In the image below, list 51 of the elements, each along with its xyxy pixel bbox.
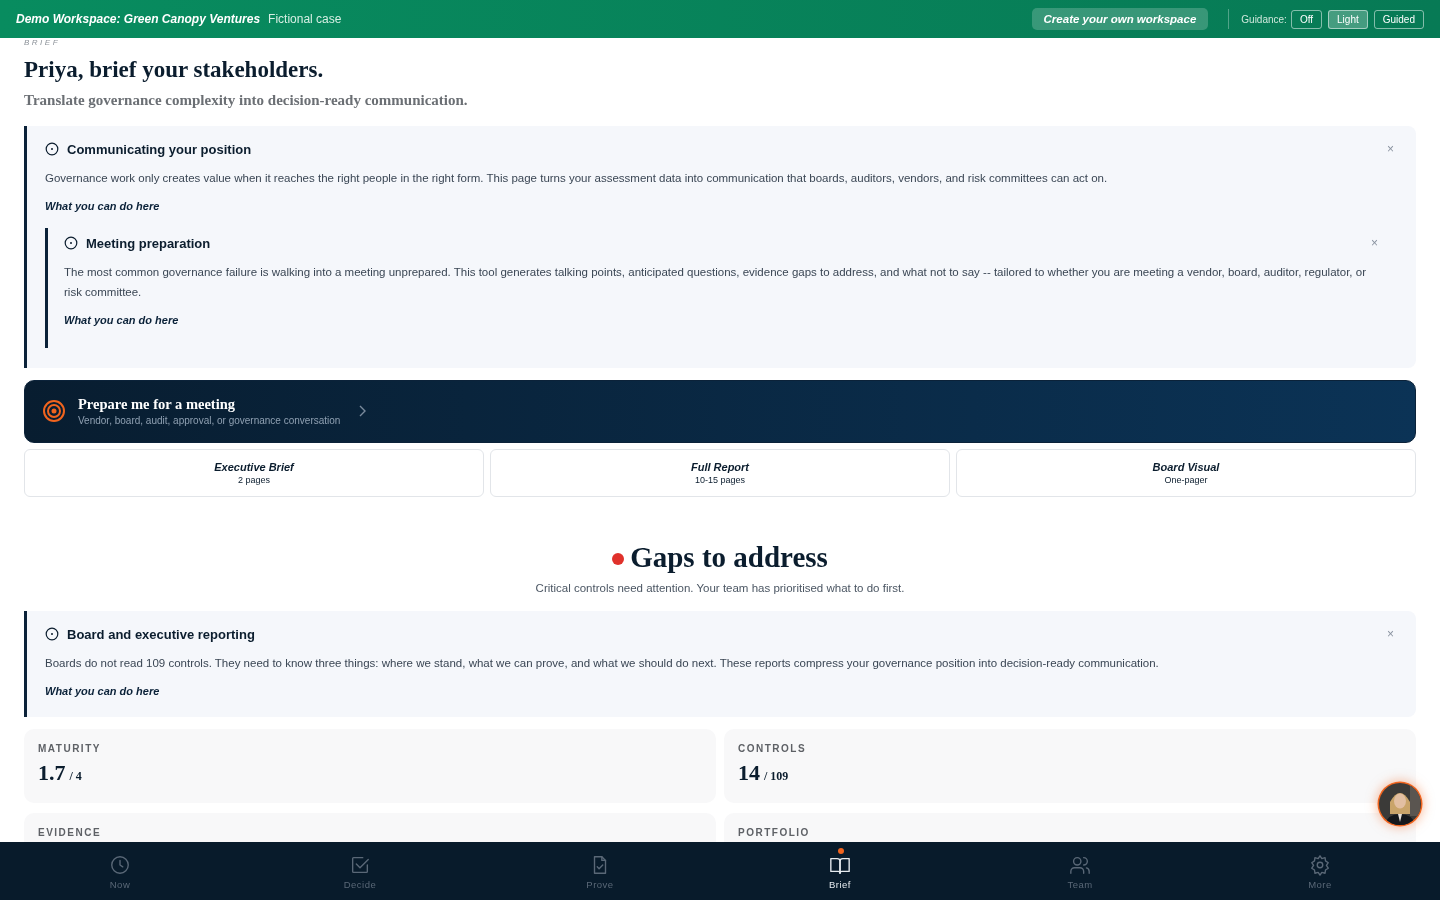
chevron-right-icon bbox=[358, 405, 367, 418]
stat-label: PORTFOLIO bbox=[738, 826, 811, 838]
report-option[interactable]: Board Visual One-pager bbox=[956, 448, 1416, 497]
nav-tab[interactable]: Team bbox=[960, 842, 1200, 900]
stat-total: / 4 bbox=[69, 768, 82, 784]
clock-icon bbox=[109, 854, 131, 876]
panel-text: The most common governance failure is walking into a meeting unprepared. This tool generates talking points, anticipated questions, evidence gaps to address, and what not to say -- tailored to whether you are meeting a vendor, board, auditor, regulator, or risk committee. bbox=[64, 264, 1367, 300]
panel-title: Meeting preparation bbox=[86, 235, 211, 251]
page-eyebrow: BRIEF bbox=[24, 38, 62, 47]
close-button[interactable]: × bbox=[1383, 627, 1398, 642]
stat-value: 1.7 bbox=[38, 759, 66, 786]
prepare-meeting-button[interactable]: Prepare me for a meeting Vendor, board, audit, approval, or governance conversation bbox=[24, 379, 1416, 443]
nav-tab[interactable]: Prove bbox=[480, 842, 720, 900]
report-option[interactable]: Full Report 10-15 pages bbox=[490, 448, 950, 497]
workspace-name: Demo Workspace: Green Canopy Ventures bbox=[16, 12, 261, 26]
section-title: Gaps to address bbox=[630, 540, 828, 574]
guidance-option[interactable]: Light bbox=[1328, 9, 1368, 29]
info-icon bbox=[45, 627, 59, 642]
target-icon bbox=[42, 399, 66, 424]
close-button[interactable]: × bbox=[1383, 142, 1398, 157]
checkbox-icon bbox=[349, 854, 371, 876]
nav-tab[interactable]: Decide bbox=[240, 842, 480, 900]
panel-title: Board and executive reporting bbox=[67, 626, 255, 642]
info-icon bbox=[64, 236, 78, 251]
guidance-label: Guidance: bbox=[1241, 13, 1287, 25]
create-workspace-button[interactable]: Create your own workspace bbox=[1031, 8, 1209, 30]
fictional-case-label: Fictional case bbox=[268, 12, 342, 26]
info-icon bbox=[45, 142, 59, 157]
nav-tab[interactable]: Now bbox=[0, 842, 240, 900]
stat-total: / 109 bbox=[764, 768, 789, 784]
guidance-option[interactable]: Off bbox=[1290, 9, 1323, 29]
report-option[interactable]: Executive Brief 2 pages bbox=[24, 448, 484, 497]
what-you-can-do-link[interactable]: What you can do here bbox=[45, 199, 160, 212]
stat-label: CONTROLS bbox=[738, 742, 808, 754]
what-you-can-do-link[interactable]: What you can do here bbox=[45, 684, 160, 697]
people-icon bbox=[1069, 854, 1091, 876]
stat-label: EVIDENCE bbox=[38, 826, 103, 838]
nav-tab[interactable]: More bbox=[1200, 842, 1440, 900]
guidance-option[interactable]: Guided bbox=[1373, 9, 1424, 29]
what-you-can-do-link[interactable]: What you can do here bbox=[64, 313, 179, 326]
settings-icon bbox=[1309, 854, 1331, 876]
panel-text: Governance work only creates value when it reaches the right people in the right form. This page turns your assessment data into communication that boards, auditors, vendors, and risk committees can act on. bbox=[45, 170, 1109, 186]
stat-label: MATURITY bbox=[38, 742, 102, 754]
section-subtitle: Critical controls need attention. Your team has prioritised what to do first. bbox=[534, 581, 906, 594]
panel-title: Communicating your position bbox=[67, 141, 252, 157]
page-title: Priya, brief your stakeholders. bbox=[24, 56, 325, 84]
stat-value: 14 bbox=[738, 759, 760, 786]
nav-tab[interactable]: Brief bbox=[720, 842, 960, 900]
close-button[interactable]: × bbox=[1367, 236, 1382, 251]
panel-text: Boards do not read 109 controls. They need to know three things: where we stand, what we can prove, and what we should do next. These reports compress your governance position into decision-ready communication. bbox=[45, 655, 1160, 671]
page-subtitle: Translate governance complexity into decision-ready communication. bbox=[24, 91, 469, 109]
